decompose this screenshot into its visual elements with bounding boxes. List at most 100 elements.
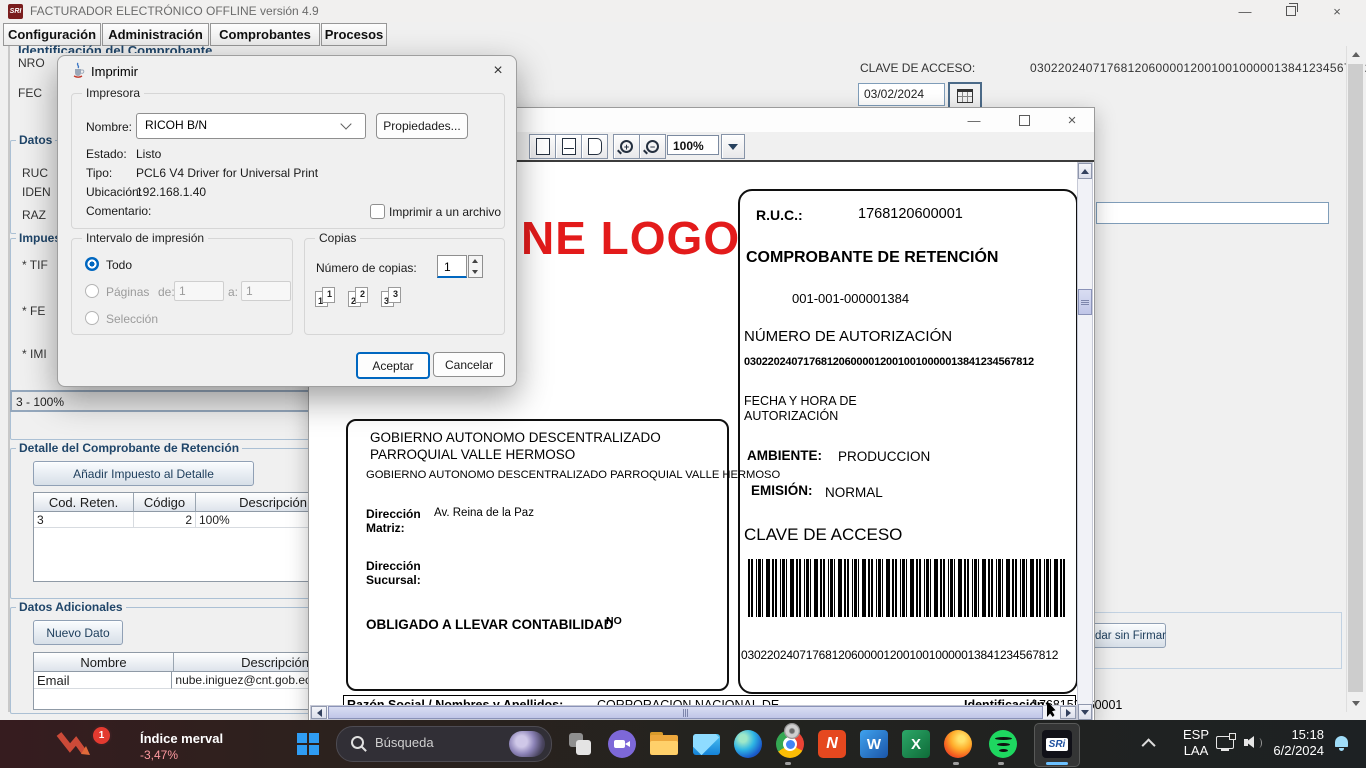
- widgets-button[interactable]: 1 Índice merval -3,47%: [55, 725, 275, 763]
- mail-button[interactable]: [690, 728, 722, 760]
- main-scroll-thumb[interactable]: [1348, 64, 1363, 692]
- printer-combobox[interactable]: RICOH B/N: [136, 113, 366, 139]
- page-layout-single-button[interactable]: [529, 134, 556, 159]
- col-codigo[interactable]: Código: [134, 493, 196, 512]
- maximize-icon: [1019, 115, 1030, 126]
- doc-emision-value: NORMAL: [825, 485, 883, 500]
- cancelar-button[interactable]: Cancelar: [433, 352, 505, 377]
- menu-procesos[interactable]: Procesos: [321, 23, 387, 46]
- app-restore-button[interactable]: [1268, 0, 1314, 22]
- zoom-level-combobox[interactable]: 100%: [667, 135, 719, 155]
- zoom-out-button[interactable]: −: [639, 134, 666, 159]
- printer-combo-chevron-icon: [340, 118, 351, 129]
- language-indicator[interactable]: ESP LAA: [1175, 727, 1217, 759]
- preview-vertical-scrollbar[interactable]: [1077, 162, 1093, 721]
- preview-scroll-down-button[interactable]: [1078, 704, 1092, 720]
- paginas-radio[interactable]: [85, 284, 99, 298]
- nuevo-dato-button[interactable]: Nuevo Dato: [33, 620, 123, 645]
- ubicacion-label: Ubicación:: [86, 185, 142, 199]
- cell-descripcion[interactable]: 100%: [196, 512, 314, 528]
- form-section-header-clipped: Identificación del Comprobante: [18, 43, 212, 53]
- preview-maximize-button[interactable]: [1007, 110, 1041, 130]
- col-cod-reten[interactable]: Cod. Reten.: [34, 493, 134, 512]
- copies-count-field[interactable]: 1: [437, 255, 467, 278]
- file-explorer-button[interactable]: [648, 728, 680, 760]
- preview-scroll-left-button[interactable]: [311, 706, 327, 719]
- preview-horizontal-scrollbar[interactable]: [310, 705, 1077, 720]
- spinner-up-icon[interactable]: [472, 259, 478, 263]
- anadir-impuesto-button[interactable]: Añadir Impuesto al Detalle: [33, 461, 254, 486]
- excel-button[interactable]: X: [900, 728, 932, 760]
- zoom-in-button[interactable]: +: [613, 134, 640, 159]
- col-descripcion2[interactable]: Descripción: [174, 653, 314, 672]
- doc-auth-number: 0302202407176812060000120010010000013841…: [744, 356, 1034, 368]
- doc-dir-matriz-value: Av. Reina de la Paz: [434, 507, 534, 519]
- detalle-table-row[interactable]: 3 2 100%: [34, 512, 314, 528]
- preview-scroll-thumb[interactable]: [1078, 289, 1092, 315]
- notification-button[interactable]: [1334, 735, 1350, 753]
- task-view-button[interactable]: [564, 728, 596, 760]
- adicionales-table-row[interactable]: Email nube.iniguez@cnt.gob.ec: [34, 672, 314, 689]
- pdf-app-button[interactable]: N: [816, 728, 848, 760]
- single-page-icon: [536, 138, 550, 155]
- preview-scroll-up-button[interactable]: [1078, 163, 1092, 179]
- preview-close-button[interactable]: ×: [1055, 110, 1089, 130]
- main-scroll-down-button[interactable]: [1347, 695, 1364, 712]
- seleccion-radio[interactable]: [85, 311, 99, 325]
- detalle-table[interactable]: Cod. Reten. Código Descripción 3 2 100%: [33, 492, 315, 582]
- calendar-button[interactable]: [948, 82, 982, 110]
- doc-ruc-label: R.U.C.:: [756, 207, 803, 223]
- print-to-file-checkbox[interactable]: [370, 204, 385, 219]
- edge-button[interactable]: [732, 728, 764, 760]
- page-layout-fit-button[interactable]: [555, 134, 582, 159]
- main-scroll-up-button[interactable]: [1347, 46, 1364, 63]
- main-vertical-scrollbar[interactable]: [1346, 46, 1364, 712]
- word-button[interactable]: W: [858, 728, 890, 760]
- to-page-input[interactable]: [241, 281, 291, 301]
- start-button[interactable]: [292, 728, 324, 760]
- app-close-button[interactable]: ×: [1314, 0, 1360, 22]
- cell-cod-reten[interactable]: 3: [34, 512, 134, 528]
- spinner-down-icon[interactable]: [472, 270, 478, 274]
- firefox-button[interactable]: [942, 728, 974, 760]
- zoom-level-dropdown-button[interactable]: [721, 134, 745, 159]
- widget-badge: 1: [91, 725, 112, 746]
- adicionales-table[interactable]: Nombre Descripción Email nube.iniguez@cn…: [33, 652, 315, 710]
- preview-hscroll-thumb[interactable]: [328, 706, 1043, 719]
- doc-dir-sucursal-label: Dirección Sucursal:: [366, 559, 438, 587]
- razon-social-input[interactable]: [1096, 202, 1329, 224]
- app-minimize-button[interactable]: —: [1222, 0, 1268, 22]
- preview-scroll-right-button[interactable]: [1060, 706, 1076, 719]
- cell-nombre[interactable]: Email: [34, 672, 172, 689]
- cell-codigo[interactable]: 2: [134, 512, 196, 528]
- chrome-button[interactable]: [774, 728, 806, 760]
- propiedades-button[interactable]: Propiedades...: [376, 113, 468, 139]
- chat-button[interactable]: [606, 728, 638, 760]
- spotify-button[interactable]: [987, 728, 1019, 760]
- from-page-input[interactable]: [174, 281, 224, 301]
- search-box[interactable]: Búsqueda: [336, 726, 552, 762]
- document-logo-text: NE LOGO: [521, 211, 740, 265]
- impresora-groupbox: Impresora Nombre: RICOH B/N Propiedades.…: [71, 93, 505, 229]
- print-dialog-close-button[interactable]: ×: [486, 60, 510, 82]
- retencion-porcentaje-field[interactable]: 3 - 100%: [10, 390, 330, 412]
- chat-icon: [608, 730, 636, 758]
- page-layout-book-button[interactable]: [581, 134, 608, 159]
- todo-radio[interactable]: [85, 257, 99, 271]
- col-nombre[interactable]: Nombre: [34, 653, 174, 672]
- doc-barcode: [748, 559, 1068, 617]
- sri-app-button[interactable]: SRi: [1034, 723, 1080, 767]
- cell-email-value[interactable]: nube.iniguez@cnt.gob.ec: [172, 672, 314, 689]
- tray-overflow-button[interactable]: [1140, 734, 1160, 754]
- language-line2: LAA: [1175, 743, 1217, 759]
- network-tray-button[interactable]: [1216, 733, 1238, 753]
- aceptar-button[interactable]: Aceptar: [356, 352, 430, 379]
- clock-tray-button[interactable]: 15:18 6/2/2024: [1258, 727, 1324, 759]
- preview-minimize-button[interactable]: —: [957, 110, 991, 130]
- col-descripcion[interactable]: Descripción: [196, 493, 314, 512]
- menu-comprobantes[interactable]: Comprobantes: [210, 23, 320, 46]
- collate-page-1b: 1: [322, 287, 335, 303]
- fecha-emision-field[interactable]: 03/02/2024: [858, 83, 945, 106]
- copies-spinner[interactable]: [468, 255, 483, 278]
- ubicacion-value: 192.168.1.40: [136, 185, 206, 199]
